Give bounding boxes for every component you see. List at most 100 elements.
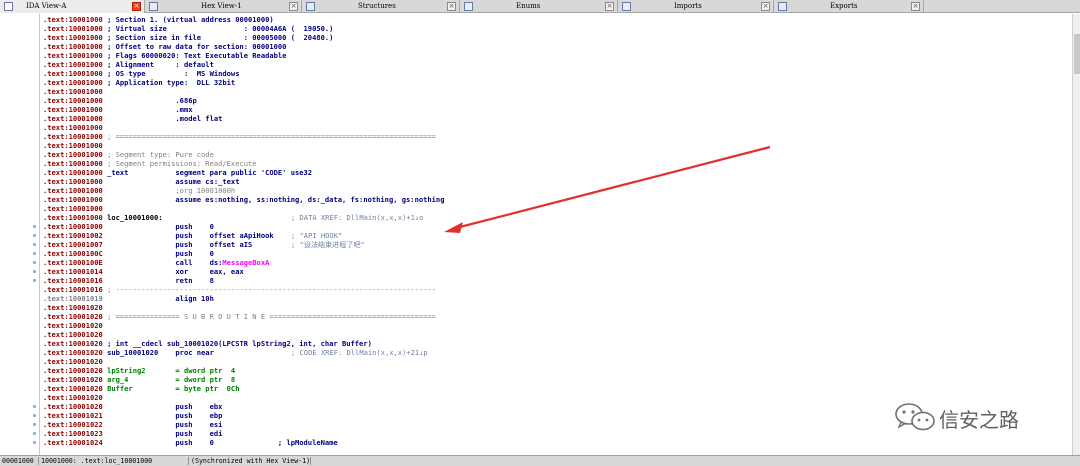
- close-icon[interactable]: ×: [911, 2, 920, 11]
- flow-dot: [33, 243, 36, 246]
- line-address: .text:10001000: [43, 60, 103, 69]
- line-text: retn 8: [107, 276, 214, 285]
- listing-line[interactable]: .text:10001016 retn 8: [43, 276, 214, 285]
- line-text: ; =============== S U B R O U T I N E ==…: [107, 312, 436, 321]
- tab-label: Imports: [674, 2, 702, 10]
- line-address: .text:10001000: [43, 168, 103, 177]
- listing-line[interactable]: .text:10001000: [43, 141, 107, 150]
- listing-line[interactable]: .text:10001000 ;org 10001000h: [43, 186, 235, 195]
- line-text: push ebp: [107, 411, 223, 420]
- line-address: .text:1000100C: [43, 249, 103, 258]
- structures-icon: [306, 2, 315, 11]
- tab-structures[interactable]: Structures ×: [302, 0, 460, 13]
- listing-line[interactable]: .text:10001000 assume cs:_text: [43, 177, 239, 186]
- line-address: .text:10001020: [43, 312, 103, 321]
- line-text: loc_10001000:: [107, 213, 163, 222]
- exports-icon: [778, 2, 787, 11]
- listing-line[interactable]: .text:10001020 ; =============== S U B R…: [43, 312, 436, 321]
- listing-line[interactable]: .text:10001020 arg_4 = dword ptr 8: [43, 375, 235, 384]
- line-address: .text:10001020: [43, 357, 103, 366]
- line-address: .text:10001020: [43, 303, 103, 312]
- line-address: .text:10001000: [43, 222, 103, 231]
- line-text: ; Offset to raw data for section: 000010…: [107, 42, 287, 51]
- listing-line[interactable]: .text:10001020: [43, 393, 107, 402]
- listing-line[interactable]: .text:10001000: [43, 87, 107, 96]
- listing-line[interactable]: .text:10001000 ; Section size in file : …: [43, 33, 333, 42]
- line-address: .text:10001002: [43, 231, 103, 240]
- listing-line[interactable]: .text:10001000 ; Offset to raw data for …: [43, 42, 286, 51]
- listing-line[interactable]: .text:10001020: [43, 357, 107, 366]
- line-text: ; Section 1. (virtual address 00001000): [107, 15, 274, 24]
- listing-line[interactable]: .text:10001000: [43, 123, 107, 132]
- status-bar: 00001000 10001000: .text:loc_10001000 (S…: [0, 455, 1080, 466]
- listing-line[interactable]: .text:10001000: [43, 204, 107, 213]
- listing-line[interactable]: .text:10001002 push offset aApiHook: [43, 231, 274, 240]
- listing-line[interactable]: .text:10001000 ; Virtual size : 00004A6A…: [43, 24, 333, 33]
- flow-dot: [33, 270, 36, 273]
- line-address: .text:1000100E: [43, 258, 103, 267]
- line-text: sub_10001020 proc near: [107, 348, 214, 357]
- listing-line[interactable]: .text:10001000 .686p: [43, 96, 197, 105]
- tab-hex-view-1[interactable]: Hex View-1 ×: [145, 0, 302, 13]
- listing-line[interactable]: .text:10001000 assume es:nothing, ss:not…: [43, 195, 444, 204]
- line-address: .text:10001020: [43, 366, 103, 375]
- listing-line[interactable]: .text:10001000 ; OS type : MS Windows: [43, 69, 239, 78]
- listing-line[interactable]: .text:10001000 ; Alignment : default: [43, 60, 214, 69]
- listing-line[interactable]: .text:10001000 _text segment para public…: [43, 168, 312, 177]
- close-icon[interactable]: ×: [132, 2, 141, 11]
- tab-label: Hex View-1: [201, 2, 242, 10]
- line-text: _text segment para public 'CODE' use32: [107, 168, 313, 177]
- disassembly-listing[interactable]: .text:10001000 ; Section 1. (virtual add…: [41, 14, 1072, 455]
- listing-line[interactable]: .text:10001007 push offset aIS: [43, 240, 252, 249]
- close-icon[interactable]: ×: [761, 2, 770, 11]
- listing-line[interactable]: .text:10001000 .model flat: [43, 114, 222, 123]
- listing-line[interactable]: .text:10001022 push esi: [43, 420, 222, 429]
- listing-line[interactable]: .text:1000100C push 0: [43, 249, 214, 258]
- line-address: .text:10001000: [43, 186, 103, 195]
- listing-line[interactable]: .text:10001000 ; =======================…: [43, 132, 436, 141]
- listing-line[interactable]: .text:10001020 Buffer = byte ptr 0Ch: [43, 384, 239, 393]
- listing-line[interactable]: .text:10001020 sub_10001020 proc near: [43, 348, 214, 357]
- line-text: arg_4 = dword ptr 8: [107, 375, 236, 384]
- listing-line[interactable]: .text:10001016 ; -----------------------…: [43, 285, 436, 294]
- listing-line[interactable]: .text:10001019 align 10h: [43, 294, 214, 303]
- line-text: ; Flags 60000020: Text Executable Readab…: [107, 51, 287, 60]
- close-icon[interactable]: ×: [289, 2, 298, 11]
- line-address: .text:10001020: [43, 402, 103, 411]
- listing-line[interactable]: .text:10001000 ; Section 1. (virtual add…: [43, 15, 274, 24]
- tab-label: Structures: [358, 2, 396, 10]
- scrollbar-thumb[interactable]: [1074, 34, 1080, 74]
- listing-line[interactable]: .text:10001020 lpString2 = dword ptr 4: [43, 366, 235, 375]
- listing-line[interactable]: .text:10001000 loc_10001000:: [43, 213, 163, 222]
- listing-line[interactable]: .text:10001024 push 0 ; lpModuleName: [43, 438, 338, 447]
- listing-line[interactable]: .text:10001000 .mmx: [43, 105, 193, 114]
- tab-enums[interactable]: Enums ×: [460, 0, 618, 13]
- listing-line[interactable]: .text:10001020: [43, 303, 107, 312]
- listing-line[interactable]: .text:10001000 push 0: [43, 222, 214, 231]
- listing-line[interactable]: .text:10001021 push ebp: [43, 411, 222, 420]
- listing-line[interactable]: .text:10001020: [43, 321, 107, 330]
- close-icon[interactable]: ×: [447, 2, 456, 11]
- close-icon[interactable]: ×: [605, 2, 614, 11]
- line-address: .text:10001000: [43, 69, 103, 78]
- listing-line[interactable]: .text:10001020: [43, 330, 107, 339]
- listing-line[interactable]: .text:10001014 xor eax, eax: [43, 267, 244, 276]
- listing-line[interactable]: .text:10001000 ; Application type: DLL 3…: [43, 78, 235, 87]
- flow-dot: [33, 441, 36, 444]
- listing-line[interactable]: .text:10001023 push edi: [43, 429, 222, 438]
- vertical-scrollbar[interactable]: [1072, 14, 1080, 455]
- hex-view-icon: [149, 2, 158, 11]
- listing-line[interactable]: .text:10001000 ; Segment permissions: Re…: [43, 159, 257, 168]
- listing-line[interactable]: .text:10001020 push ebx: [43, 402, 222, 411]
- listing-line[interactable]: .text:10001020 ; int __cdecl sub_1000102…: [43, 339, 372, 348]
- import-reference[interactable]: MessageBoxA: [222, 258, 269, 267]
- line-address: .text:10001000: [43, 204, 103, 213]
- listing-line[interactable]: .text:10001000 ; Flags 60000020: Text Ex…: [43, 51, 286, 60]
- tab-exports[interactable]: Exports ×: [774, 0, 924, 13]
- listing-line[interactable]: .text:10001000 ; Segment type: Pure code: [43, 150, 214, 159]
- flow-dot: [33, 234, 36, 237]
- listing-line[interactable]: .text:1000100E call ds:MessageBoxA: [43, 258, 269, 267]
- tab-ida-view-a[interactable]: IDA View-A ×: [0, 0, 145, 13]
- line-text: push 0 ; lpModuleName: [107, 438, 338, 447]
- tab-imports[interactable]: Imports ×: [618, 0, 774, 13]
